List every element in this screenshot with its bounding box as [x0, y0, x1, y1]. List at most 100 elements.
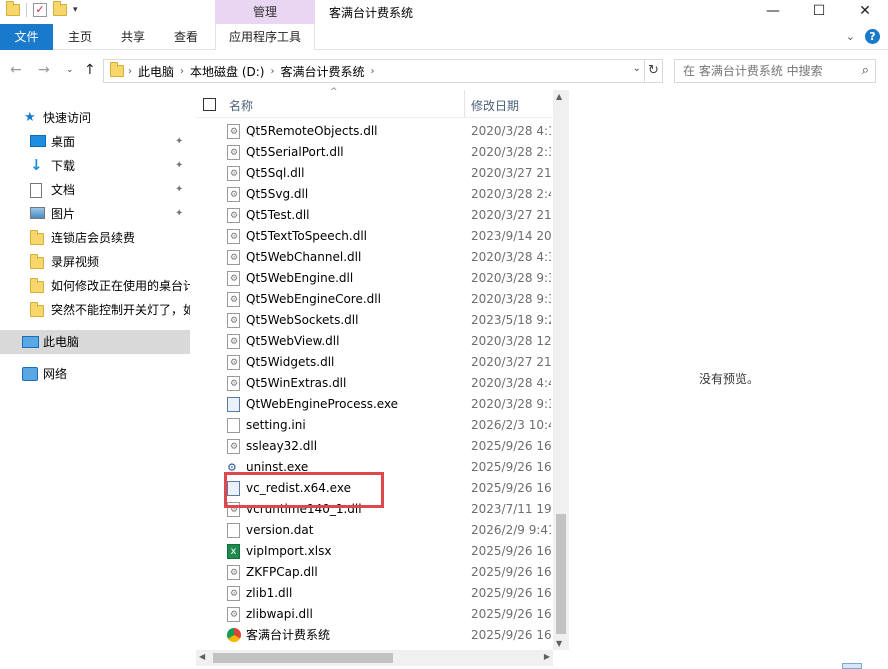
file-row[interactable]: Qt5Svg.dll 2020/3/28 2:4 — [196, 184, 552, 205]
file-row[interactable]: QtWebEngineProcess.exe 2020/3/28 9:3 — [196, 394, 552, 415]
dll-file-icon — [227, 586, 240, 601]
nav-item-desktop[interactable]: 桌面 ✦ — [0, 130, 190, 154]
tab-home[interactable]: 主页 — [56, 24, 104, 50]
vertical-scrollbar[interactable]: ▲ ▼ — [553, 90, 569, 650]
breadcrumb-drive-d[interactable]: 本地磁盘 (D:) — [184, 63, 270, 80]
file-name: Qt5WebEngineCore.dll — [246, 292, 381, 306]
scroll-left-icon[interactable]: ◀ — [199, 652, 205, 661]
nav-label: 此电脑 — [43, 335, 80, 349]
nav-item-folder-4[interactable]: 突然不能控制开关灯了，如 — [0, 298, 190, 322]
tab-share[interactable]: 共享 — [110, 24, 156, 50]
forward-icon[interactable]: → — [38, 62, 50, 78]
tab-view[interactable]: 查看 — [162, 24, 210, 50]
scroll-down-icon[interactable]: ▼ — [556, 639, 562, 648]
close-button[interactable]: ✕ — [842, 0, 888, 24]
pin-icon[interactable]: ✦ — [175, 178, 183, 202]
up-icon[interactable]: ↑ — [84, 62, 96, 78]
column-name[interactable]: 名称 — [229, 97, 253, 114]
folder-icon[interactable] — [6, 1, 20, 16]
navigation-bar: ← → ⌄ ↑ › 此电脑 › 本地磁盘 (D:) › 客满台计费系统 › ⌄ … — [0, 56, 888, 86]
file-date: 2020/3/28 9:3 — [471, 271, 551, 285]
exe-file-icon — [227, 397, 240, 412]
folder-icon — [30, 278, 44, 293]
file-row[interactable]: Qt5WinExtras.dll 2020/3/28 4:4 — [196, 373, 552, 394]
file-row[interactable]: Qt5WebSockets.dll 2023/5/18 9:2 — [196, 310, 552, 331]
minimize-button[interactable]: — — [750, 0, 796, 24]
file-row[interactable]: Qt5WebChannel.dll 2020/3/28 4:3 — [196, 247, 552, 268]
nav-item-folder-3[interactable]: 如何修改正在使用的桌台计 — [0, 274, 190, 298]
view-toggle-icon[interactable] — [842, 663, 862, 669]
select-all-checkbox[interactable] — [203, 98, 216, 111]
file-row[interactable]: Qt5WebView.dll 2020/3/28 12: — [196, 331, 552, 352]
pin-icon[interactable]: ✦ — [175, 202, 183, 226]
file-row[interactable]: 客满台计费系统 2025/9/26 16: — [196, 625, 552, 646]
nav-this-pc[interactable]: 此电脑 — [0, 330, 190, 354]
pin-icon[interactable]: ✦ — [175, 154, 183, 178]
nav-item-pictures[interactable]: 图片 ✦ — [0, 202, 190, 226]
file-row[interactable]: Qt5Widgets.dll 2020/3/27 21: — [196, 352, 552, 373]
help-icon[interactable]: ? — [865, 29, 880, 44]
refresh-button[interactable]: ↻ — [645, 59, 663, 83]
file-row[interactable]: version.dat 2026/2/9 9:41 — [196, 520, 552, 541]
file-name: Qt5WebChannel.dll — [246, 250, 362, 264]
column-divider[interactable] — [464, 90, 465, 118]
file-row[interactable]: Qt5RemoteObjects.dll 2020/3/28 4:1 — [196, 121, 552, 142]
file-row[interactable]: Qt5Test.dll 2020/3/27 21: — [196, 205, 552, 226]
scrollbar-thumb[interactable] — [213, 653, 393, 663]
nav-item-folder-1[interactable]: 连锁店会员续费 — [0, 226, 190, 250]
nav-item-documents[interactable]: 文档 ✦ — [0, 178, 190, 202]
file-date: 2025/9/26 16: — [471, 586, 551, 600]
search-box[interactable]: ⌕ — [674, 59, 876, 83]
collapse-ribbon-icon[interactable]: ⌄ — [846, 30, 855, 43]
file-date: 2025/9/26 16: — [471, 607, 551, 621]
tab-application-tools[interactable]: 应用程序工具 — [215, 24, 315, 50]
properties-icon[interactable]: ✓ — [33, 3, 47, 17]
file-row[interactable]: Qt5TextToSpeech.dll 2023/9/14 20: — [196, 226, 552, 247]
file-date: 2020/3/28 9:3 — [471, 292, 551, 306]
address-dropdown-icon[interactable]: ⌄ — [633, 63, 641, 74]
breadcrumb-this-pc[interactable]: 此电脑 — [132, 63, 180, 80]
file-row[interactable]: zlib1.dll 2025/9/26 16: — [196, 583, 552, 604]
file-name: ssleay32.dll — [246, 439, 318, 453]
maximize-button[interactable]: ☐ — [796, 0, 842, 24]
file-row[interactable]: setting.ini 2026/2/3 10:4 — [196, 415, 552, 436]
file-row[interactable]: Qt5Sql.dll 2020/3/27 21: — [196, 163, 552, 184]
file-name: Qt5TextToSpeech.dll — [246, 229, 367, 243]
nav-item-folder-2[interactable]: 录屏视频 — [0, 250, 190, 274]
file-row[interactable]: zlibwapi.dll 2025/9/26 16: — [196, 604, 552, 625]
file-row[interactable]: Qt5WebEngineCore.dll 2020/3/28 9:3 — [196, 289, 552, 310]
column-date[interactable]: 修改日期 — [471, 97, 519, 114]
new-folder-icon[interactable] — [53, 1, 67, 16]
tab-file[interactable]: 文件 — [0, 24, 53, 50]
nav-quick-access[interactable]: ★ 快速访问 — [0, 106, 190, 130]
search-input[interactable] — [683, 63, 853, 79]
file-row[interactable]: ZKFPCap.dll 2025/9/26 16: — [196, 562, 552, 583]
recent-locations-icon[interactable]: ⌄ — [66, 65, 74, 75]
file-name: Qt5SerialPort.dll — [246, 145, 344, 159]
breadcrumb-folder[interactable]: 客满台计费系统 — [274, 63, 370, 80]
nav-label: 连锁店会员续费 — [51, 231, 136, 245]
pin-icon[interactable]: ✦ — [175, 130, 183, 154]
file-row[interactable]: Qt5WebEngine.dll 2020/3/28 9:3 — [196, 268, 552, 289]
file-name: 客满台计费系统 — [246, 628, 331, 642]
file-row[interactable]: Qt5SerialPort.dll 2020/3/28 2:3 — [196, 142, 552, 163]
horizontal-scrollbar[interactable]: ◀ ▶ — [196, 650, 553, 666]
file-row[interactable]: ssleay32.dll 2025/9/26 16: — [196, 436, 552, 457]
scroll-up-icon[interactable]: ▲ — [556, 92, 562, 101]
nav-item-downloads[interactable]: ↓ 下载 ✦ — [0, 154, 190, 178]
qat-dropdown-icon[interactable]: ▾ — [73, 5, 78, 15]
dll-file-icon — [227, 208, 240, 223]
nav-network[interactable]: 网络 — [0, 362, 190, 386]
chevron-right-icon[interactable]: › — [371, 66, 375, 77]
search-icon[interactable]: ⌕ — [862, 63, 869, 78]
file-row[interactable]: x vipImport.xlsx 2025/9/26 16: — [196, 541, 552, 562]
address-bar[interactable]: › 此电脑 › 本地磁盘 (D:) › 客满台计费系统 › ⌄ — [103, 59, 645, 83]
scroll-right-icon[interactable]: ▶ — [544, 652, 550, 661]
dll-file-icon — [227, 334, 240, 349]
file-name: Qt5Svg.dll — [246, 187, 309, 201]
folder-icon — [30, 254, 44, 269]
file-name: QtWebEngineProcess.exe — [246, 397, 399, 411]
back-icon[interactable]: ← — [10, 62, 22, 78]
scrollbar-thumb[interactable] — [556, 514, 566, 634]
nav-label: 快速访问 — [43, 111, 92, 125]
